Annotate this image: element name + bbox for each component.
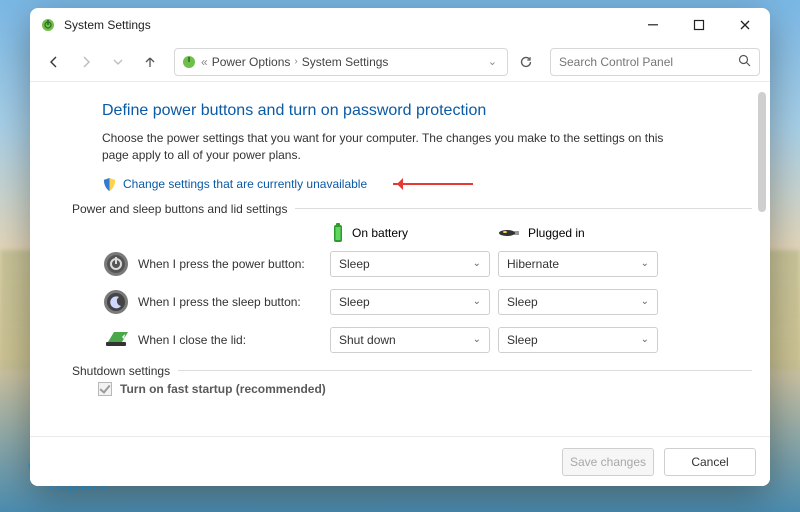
- back-button[interactable]: [40, 48, 68, 76]
- group-label-text: Shutdown settings: [72, 364, 170, 378]
- content-area: Define power buttons and turn on passwor…: [30, 82, 770, 436]
- plug-icon: [498, 227, 522, 239]
- power-options-icon: [181, 54, 197, 70]
- sleep-button-plugged-select[interactable]: Sleep⌄: [498, 289, 658, 315]
- titlebar[interactable]: System Settings: [30, 8, 770, 42]
- column-plugged-in: Plugged in: [498, 226, 658, 240]
- group-shutdown: Shutdown settings: [72, 364, 752, 378]
- table-row: When I press the sleep button: Sleep⌄ Sl…: [102, 288, 752, 316]
- power-button-plugged-select[interactable]: Hibernate⌄: [498, 251, 658, 277]
- chevron-down-icon: ⌄: [473, 258, 481, 269]
- battery-icon: [330, 222, 346, 244]
- change-settings-row: Change settings that are currently unava…: [102, 177, 752, 192]
- breadcrumb-item-1[interactable]: Power Options: [212, 55, 291, 69]
- breadcrumb[interactable]: « Power Options › System Settings ⌄: [174, 48, 508, 76]
- lid-plugged-select[interactable]: Sleep⌄: [498, 327, 658, 353]
- page-description: Choose the power settings that you want …: [102, 130, 692, 165]
- table-row: When I close the lid: Shut down⌄ Sleep⌄: [102, 326, 752, 354]
- power-button-icon: [102, 250, 130, 278]
- row-label: When I press the sleep button:: [138, 295, 301, 309]
- recent-chevron-icon[interactable]: [104, 48, 132, 76]
- shield-icon: [102, 177, 117, 192]
- page-title: Define power buttons and turn on passwor…: [102, 102, 752, 120]
- lid-battery-select[interactable]: Shut down⌄: [330, 327, 490, 353]
- row-label: When I press the power button:: [138, 257, 305, 271]
- change-settings-link[interactable]: Change settings that are currently unava…: [123, 177, 367, 191]
- search-box[interactable]: [550, 48, 760, 76]
- refresh-button[interactable]: [512, 48, 540, 76]
- toolbar: « Power Options › System Settings ⌄: [30, 42, 770, 82]
- power-button-battery-select[interactable]: Sleep⌄: [330, 251, 490, 277]
- breadcrumb-dropdown-icon[interactable]: ⌄: [484, 55, 501, 68]
- fast-startup-row: Turn on fast startup (recommended): [98, 382, 752, 396]
- fast-startup-checkbox[interactable]: [98, 382, 112, 396]
- chevron-right-icon: ›: [294, 56, 297, 67]
- minimize-button[interactable]: [630, 8, 676, 42]
- breadcrumb-leading: «: [201, 55, 208, 69]
- group-label-text: Power and sleep buttons and lid settings: [72, 202, 287, 216]
- fast-startup-label: Turn on fast startup (recommended): [120, 382, 326, 396]
- chevron-down-icon: ⌄: [473, 334, 481, 345]
- scrollbar[interactable]: [757, 88, 767, 432]
- row-label: When I close the lid:: [138, 333, 246, 347]
- sleep-button-icon: [102, 288, 130, 316]
- footer: Save changes Cancel: [30, 436, 770, 486]
- chevron-down-icon: ⌄: [641, 334, 649, 345]
- group-power-sleep: Power and sleep buttons and lid settings: [72, 202, 752, 216]
- save-button[interactable]: Save changes: [562, 448, 654, 476]
- lid-icon: [102, 326, 130, 354]
- up-button[interactable]: [136, 48, 164, 76]
- window-title: System Settings: [64, 18, 151, 32]
- column-on-battery: On battery: [330, 222, 490, 244]
- scrollbar-thumb[interactable]: [758, 92, 766, 212]
- table-row: When I press the power button: Sleep⌄ Hi…: [102, 250, 752, 278]
- annotation-arrow: [393, 179, 473, 189]
- close-button[interactable]: [722, 8, 768, 42]
- chevron-down-icon: ⌄: [641, 258, 649, 269]
- search-icon: [738, 54, 751, 70]
- maximize-button[interactable]: [676, 8, 722, 42]
- breadcrumb-item-2[interactable]: System Settings: [302, 55, 389, 69]
- chevron-down-icon: ⌄: [641, 296, 649, 307]
- cancel-button[interactable]: Cancel: [664, 448, 756, 476]
- search-input[interactable]: [559, 55, 738, 69]
- settings-window: System Settings « Power Options › System…: [30, 8, 770, 486]
- forward-button[interactable]: [72, 48, 100, 76]
- chevron-down-icon: ⌄: [473, 296, 481, 307]
- app-icon: [40, 17, 56, 33]
- sleep-button-battery-select[interactable]: Sleep⌄: [330, 289, 490, 315]
